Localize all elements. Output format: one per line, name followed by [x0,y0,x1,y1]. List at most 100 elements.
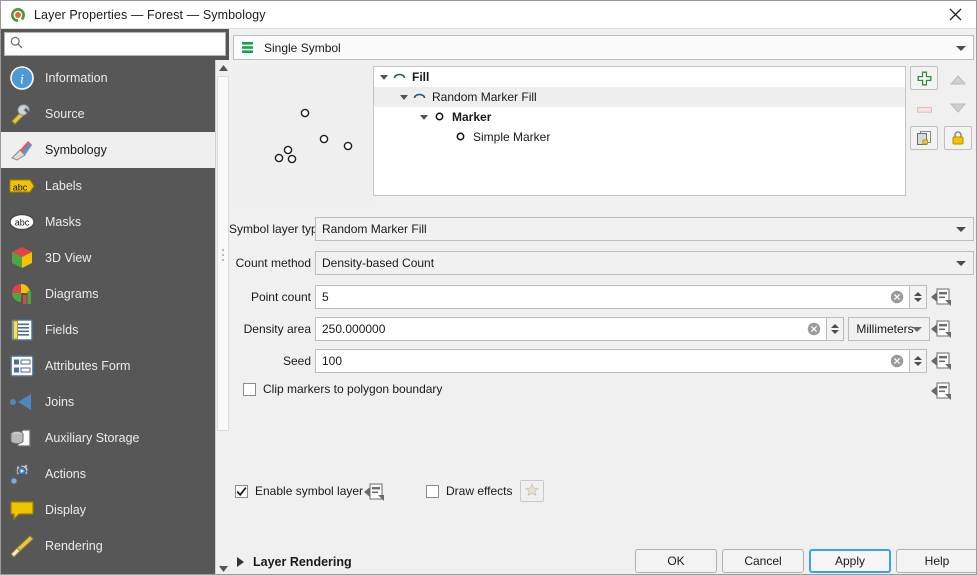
count-method-combo[interactable]: Density-based Count [315,251,974,275]
sidebar-item-label: Symbology [45,143,107,157]
sidebar: i Information Source Symbology abc Labels abc M… [1,29,230,574]
lock-layer-colors-button[interactable] [944,125,973,150]
symbol-layer-type-combo[interactable]: Random Marker Fill [315,217,974,241]
apply-button[interactable]: Apply [809,549,891,573]
enable-symbol-layer-label: Enable symbol layer [255,484,364,498]
sidebar-item-masks[interactable]: abc Masks [1,204,215,240]
actions-gear-icon [9,461,35,487]
draw-effects-label: Draw effects [446,484,513,498]
sidebar-item-fields[interactable]: Fields [1,312,215,348]
sidebar-item-label: Diagrams [45,287,99,301]
close-icon[interactable] [932,1,976,28]
cancel-button[interactable]: Cancel [722,549,804,573]
sidebar-item-source[interactable]: Source [1,96,215,132]
symbol-layer-type-value: Random Marker Fill [322,222,427,236]
density-area-value: 250.000000 [322,322,386,336]
seed-stepper[interactable] [910,349,927,373]
seed-value: 100 [322,354,343,368]
ok-button[interactable]: OK [635,549,717,573]
help-button[interactable]: Help [896,549,976,573]
chevron-down-icon[interactable] [400,94,408,100]
point-count-label: Point count [250,290,311,304]
preview-marker [300,108,310,118]
layer-rendering-label: Layer Rendering [253,555,352,569]
symbol-tree-node[interactable]: Random Marker Fill [374,87,905,107]
add-symbol-layer-button[interactable] [910,66,938,90]
svg-text:i: i [20,73,24,88]
clear-field-icon[interactable] [890,354,904,368]
density-area-data-defined-override-icon[interactable] [931,319,953,339]
scroll-up-icon[interactable] [216,60,230,75]
seed-data-defined-override-icon[interactable] [931,351,953,371]
clear-field-icon[interactable] [890,290,904,304]
density-area-stepper[interactable] [827,317,844,341]
sidebar-scrollbar[interactable] [215,60,230,574]
point-count-data-defined-override-icon[interactable] [931,287,953,307]
clip-markers-checkbox-row[interactable]: Clip markers to polygon boundary [243,382,442,396]
chevron-down-icon [912,327,922,332]
sidebar-item-diagrams[interactable]: Diagrams [1,276,215,312]
symbol-layer-type-label: Symbol layer type [229,222,325,236]
chevron-down-icon [956,45,966,51]
symbol-layer-tree[interactable]: Fill Random Marker Fill Marker Simple Marke… [373,66,906,196]
ok-button-label: OK [667,554,685,568]
sidebar-item-label: Joins [45,395,75,409]
point-count-stepper[interactable] [910,285,927,309]
symbol-tree-node[interactable]: Simple Marker [374,127,905,147]
sidebar-item-rendering[interactable]: Rendering [1,528,215,564]
sidebar-item-actions[interactable]: Actions [1,456,215,492]
clip-markers-checkbox[interactable] [243,382,256,396]
scroll-down-icon[interactable] [216,561,230,574]
draw-effects-checkbox[interactable] [426,484,439,498]
sidebar-scrollbar-thumb[interactable] [217,76,229,431]
enable-symbol-layer-data-defined-override-icon[interactable] [364,482,386,502]
search-input[interactable] [27,35,213,53]
count-method-value: Density-based Count [322,256,435,270]
preview-marker [274,153,284,163]
clip-markers-label: Clip markers to polygon boundary [263,382,443,396]
sidebar-item-auxiliary-storage[interactable]: Auxiliary Storage [1,420,215,456]
move-symbol-layer-up-button[interactable] [944,68,972,92]
sidebar-item-symbology[interactable]: Symbology [1,132,215,168]
density-area-unit-combo[interactable]: Millimeters [848,317,930,341]
symbol-tree-node[interactable]: Marker [374,107,905,127]
sidebar-item-labels[interactable]: abc Labels [1,168,215,204]
preview-marker [319,134,329,144]
clear-field-icon[interactable] [807,322,821,336]
move-symbol-layer-down-button[interactable] [944,96,972,120]
density-area-input[interactable]: 250.000000 [315,317,827,341]
chevron-up-icon [831,324,839,328]
layer-rendering-section[interactable]: Layer Rendering [237,555,352,569]
random-marker-fill-icon [413,90,427,104]
chevron-down-icon[interactable] [380,74,388,80]
preview-marker [343,141,353,151]
search-box[interactable] [4,32,226,56]
symbol-tree-node[interactable]: Fill [374,67,905,87]
point-count-input[interactable]: 5 [315,285,910,309]
sidebar-item-3d-view[interactable]: 3D View [1,240,215,276]
sidebar-item-joins[interactable]: Joins [1,384,215,420]
sidebar-item-information[interactable]: i Information [1,60,215,96]
source-icon [9,101,35,127]
effects-properties-button[interactable] [520,480,544,502]
window-title: Layer Properties — Forest — Symbology [34,7,266,22]
seed-input[interactable]: 100 [315,349,910,373]
remove-symbol-layer-button[interactable] [910,98,938,122]
enable-symbol-layer-row[interactable]: Enable symbol layer [235,484,363,498]
sidebar-item-display[interactable]: Display [1,492,215,528]
symbol-preview [233,66,373,206]
duplicate-symbol-layer-button[interactable] [910,125,938,150]
information-icon: i [9,65,35,91]
draw-effects-row[interactable]: Draw effects [426,484,512,498]
renderer-type-combo[interactable]: Single Symbol [233,35,974,60]
search-icon [10,36,23,52]
enable-symbol-layer-checkbox[interactable] [235,484,248,498]
sidebar-item-attributes-form[interactable]: Attributes Form [1,348,215,384]
sidebar-item-label: Information [45,71,108,85]
marker-circle-icon [433,110,447,124]
qgis-logo-icon [9,6,27,24]
chevron-down-icon[interactable] [420,114,428,120]
scrollbar-grip-icon [222,249,226,261]
clip-markers-data-defined-override-icon[interactable] [931,381,953,401]
diagrams-chart-icon [9,281,35,307]
